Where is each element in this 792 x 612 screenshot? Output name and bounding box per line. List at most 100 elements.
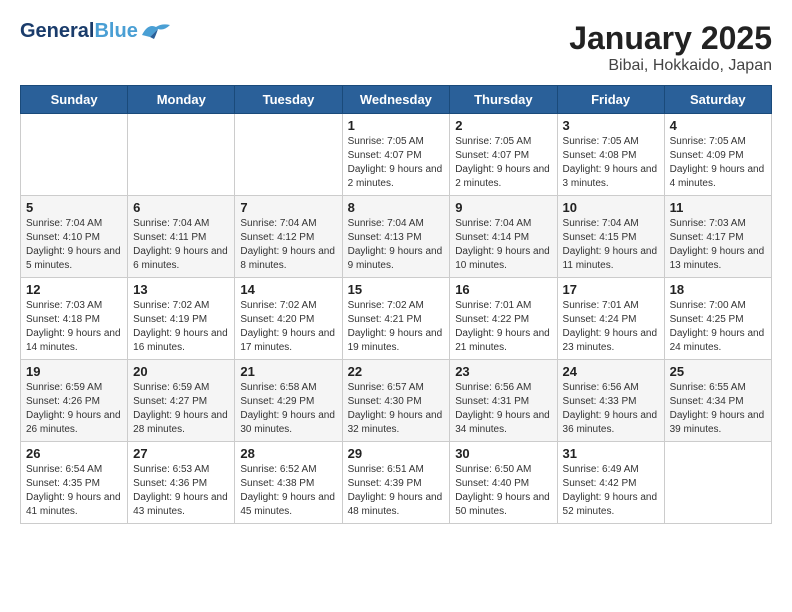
day-info: Sunrise: 6:59 AM Sunset: 4:27 PM Dayligh…	[133, 381, 229, 437]
day-number: 18	[670, 282, 766, 297]
day-number: 22	[348, 364, 445, 379]
calendar-cell: 19Sunrise: 6:59 AM Sunset: 4:26 PM Dayli…	[21, 360, 128, 442]
day-info: Sunrise: 6:57 AM Sunset: 4:30 PM Dayligh…	[348, 381, 445, 437]
calendar-cell: 10 Sunrise: 7:04 AM Sunset: 4:15 PM Dayli…	[557, 196, 664, 278]
day-number: 10	[563, 200, 659, 215]
calendar-cell	[21, 114, 128, 196]
calendar-day-header: Friday	[557, 86, 664, 114]
day-number: 13	[133, 282, 229, 297]
calendar-cell: 14 Sunrise: 7:02 AM Sunset: 4:20 PM Dayli…	[235, 278, 342, 360]
page-title: January 2025	[569, 20, 772, 57]
day-number: 24	[563, 364, 659, 379]
calendar-cell: 6 Sunrise: 7:04 AM Sunset: 4:11 PM Daylig…	[128, 196, 235, 278]
day-info: Sunrise: 6:53 AM Sunset: 4:36 PM Dayligh…	[133, 463, 229, 519]
calendar-cell: 22 Sunrise: 6:57 AM Sunset: 4:30 PM Dayli…	[342, 360, 450, 442]
calendar-cell: 2Sunrise: 7:05 AM Sunset: 4:07 PM Daylig…	[450, 114, 557, 196]
calendar-day-header: Saturday	[664, 86, 771, 114]
day-info: Sunrise: 6:55 AM Sunset: 4:34 PM Dayligh…	[670, 381, 766, 437]
day-info: Sunrise: 7:04 AM Sunset: 4:10 PM Dayligh…	[26, 217, 122, 273]
calendar-cell: 5 Sunrise: 7:04 AM Sunset: 4:10 PM Daylig…	[21, 196, 128, 278]
day-number: 16	[455, 282, 551, 297]
day-number: 31	[563, 446, 659, 461]
calendar-cell: 9Sunrise: 7:04 AM Sunset: 4:14 PM Daylig…	[450, 196, 557, 278]
calendar-cell: 3 Sunrise: 7:05 AM Sunset: 4:08 PM Daylig…	[557, 114, 664, 196]
day-info: Sunrise: 6:50 AM Sunset: 4:40 PM Dayligh…	[455, 463, 551, 519]
calendar-cell: 23 Sunrise: 6:56 AM Sunset: 4:31 PM Dayli…	[450, 360, 557, 442]
day-info: Sunrise: 6:49 AM Sunset: 4:42 PM Dayligh…	[563, 463, 659, 519]
calendar-cell: 29Sunrise: 6:51 AM Sunset: 4:39 PM Dayli…	[342, 442, 450, 524]
day-number: 15	[348, 282, 445, 297]
day-number: 26	[26, 446, 122, 461]
day-info: Sunrise: 7:04 AM Sunset: 4:15 PM Dayligh…	[563, 217, 659, 273]
day-number: 11	[670, 200, 766, 215]
calendar-cell: 24 Sunrise: 6:56 AM Sunset: 4:33 PM Dayli…	[557, 360, 664, 442]
calendar-cell: 12Sunrise: 7:03 AM Sunset: 4:18 PM Dayli…	[21, 278, 128, 360]
calendar-cell: 20 Sunrise: 6:59 AM Sunset: 4:27 PM Dayli…	[128, 360, 235, 442]
day-info: Sunrise: 7:02 AM Sunset: 4:21 PM Dayligh…	[348, 299, 445, 355]
day-info: Sunrise: 7:02 AM Sunset: 4:20 PM Dayligh…	[240, 299, 336, 355]
day-number: 3	[563, 118, 659, 133]
calendar-cell: 8 Sunrise: 7:04 AM Sunset: 4:13 PM Daylig…	[342, 196, 450, 278]
page-subtitle: Bibai, Hokkaido, Japan	[569, 57, 772, 75]
calendar-cell: 7 Sunrise: 7:04 AM Sunset: 4:12 PM Daylig…	[235, 196, 342, 278]
title-block: January 2025 Bibai, Hokkaido, Japan	[569, 20, 772, 75]
day-info: Sunrise: 7:04 AM Sunset: 4:13 PM Dayligh…	[348, 217, 445, 273]
calendar-cell	[128, 114, 235, 196]
calendar-day-header: Thursday	[450, 86, 557, 114]
day-number: 6	[133, 200, 229, 215]
calendar-cell: 27Sunrise: 6:53 AM Sunset: 4:36 PM Dayli…	[128, 442, 235, 524]
day-info: Sunrise: 6:56 AM Sunset: 4:31 PM Dayligh…	[455, 381, 551, 437]
calendar-cell: 17 Sunrise: 7:01 AM Sunset: 4:24 PM Dayli…	[557, 278, 664, 360]
day-info: Sunrise: 7:00 AM Sunset: 4:25 PM Dayligh…	[670, 299, 766, 355]
calendar-day-header: Monday	[128, 86, 235, 114]
calendar-header-row: SundayMondayTuesdayWednesdayThursdayFrid…	[21, 86, 772, 114]
calendar-cell: 13 Sunrise: 7:02 AM Sunset: 4:19 PM Dayli…	[128, 278, 235, 360]
day-info: Sunrise: 7:04 AM Sunset: 4:11 PM Dayligh…	[133, 217, 229, 273]
day-number: 28	[240, 446, 336, 461]
calendar-cell	[664, 442, 771, 524]
calendar-cell: 16Sunrise: 7:01 AM Sunset: 4:22 PM Dayli…	[450, 278, 557, 360]
day-number: 8	[348, 200, 445, 215]
page-header: GeneralBlue January 2025 Bibai, Hokkaido…	[20, 20, 772, 75]
calendar-cell: 15 Sunrise: 7:02 AM Sunset: 4:21 PM Dayli…	[342, 278, 450, 360]
calendar-day-header: Tuesday	[235, 86, 342, 114]
day-info: Sunrise: 7:05 AM Sunset: 4:09 PM Dayligh…	[670, 135, 766, 191]
calendar-cell: 11Sunrise: 7:03 AM Sunset: 4:17 PM Dayli…	[664, 196, 771, 278]
calendar-week-row: 5 Sunrise: 7:04 AM Sunset: 4:10 PM Daylig…	[21, 196, 772, 278]
day-number: 17	[563, 282, 659, 297]
day-info: Sunrise: 6:56 AM Sunset: 4:33 PM Dayligh…	[563, 381, 659, 437]
day-number: 12	[26, 282, 122, 297]
day-info: Sunrise: 7:02 AM Sunset: 4:19 PM Dayligh…	[133, 299, 229, 355]
day-info: Sunrise: 6:59 AM Sunset: 4:26 PM Dayligh…	[26, 381, 122, 437]
calendar-cell: 1 Sunrise: 7:05 AM Sunset: 4:07 PM Daylig…	[342, 114, 450, 196]
day-info: Sunrise: 6:52 AM Sunset: 4:38 PM Dayligh…	[240, 463, 336, 519]
day-number: 25	[670, 364, 766, 379]
day-number: 9	[455, 200, 551, 215]
calendar-week-row: 1 Sunrise: 7:05 AM Sunset: 4:07 PM Daylig…	[21, 114, 772, 196]
day-number: 2	[455, 118, 551, 133]
logo-general: GeneralBlue	[20, 20, 138, 42]
day-info: Sunrise: 6:58 AM Sunset: 4:29 PM Dayligh…	[240, 381, 336, 437]
day-info: Sunrise: 7:05 AM Sunset: 4:07 PM Dayligh…	[348, 135, 445, 191]
day-number: 14	[240, 282, 336, 297]
calendar-table: SundayMondayTuesdayWednesdayThursdayFrid…	[20, 85, 772, 524]
calendar-day-header: Sunday	[21, 86, 128, 114]
day-number: 20	[133, 364, 229, 379]
calendar-day-header: Wednesday	[342, 86, 450, 114]
calendar-week-row: 19Sunrise: 6:59 AM Sunset: 4:26 PM Dayli…	[21, 360, 772, 442]
day-number: 21	[240, 364, 336, 379]
day-number: 23	[455, 364, 551, 379]
day-info: Sunrise: 7:01 AM Sunset: 4:24 PM Dayligh…	[563, 299, 659, 355]
day-info: Sunrise: 6:51 AM Sunset: 4:39 PM Dayligh…	[348, 463, 445, 519]
calendar-cell: 25 Sunrise: 6:55 AM Sunset: 4:34 PM Dayli…	[664, 360, 771, 442]
calendar-week-row: 12Sunrise: 7:03 AM Sunset: 4:18 PM Dayli…	[21, 278, 772, 360]
day-number: 7	[240, 200, 336, 215]
day-number: 5	[26, 200, 122, 215]
calendar-cell: 26Sunrise: 6:54 AM Sunset: 4:35 PM Dayli…	[21, 442, 128, 524]
day-info: Sunrise: 7:04 AM Sunset: 4:12 PM Dayligh…	[240, 217, 336, 273]
logo: GeneralBlue	[20, 20, 172, 42]
day-number: 4	[670, 118, 766, 133]
calendar-cell	[235, 114, 342, 196]
day-number: 1	[348, 118, 445, 133]
day-info: Sunrise: 7:05 AM Sunset: 4:08 PM Dayligh…	[563, 135, 659, 191]
